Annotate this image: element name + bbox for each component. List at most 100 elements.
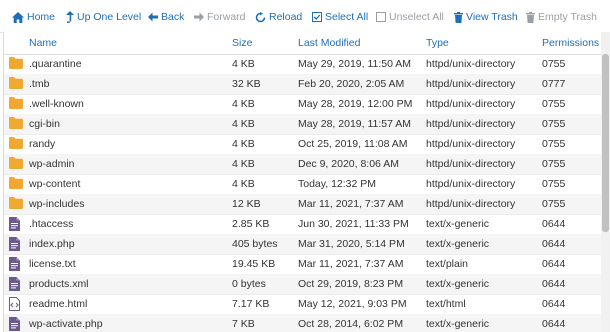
folder-icon <box>9 77 23 91</box>
file-row[interactable]: wp-admin 4 KB Dec 9, 2020, 8:06 AM httpd/un… <box>4 154 602 175</box>
back-button[interactable]: Back <box>148 9 184 25</box>
file-row[interactable]: license.txt 19.45 KB Mar 11, 2021, 7:37 AM… <box>4 254 602 275</box>
file-name: .well-known <box>29 98 84 110</box>
forward-button[interactable]: Forward <box>194 9 246 25</box>
file-type: text/plain <box>426 258 469 270</box>
file-permissions: 0644 <box>542 278 566 290</box>
file-size: 12 KB <box>232 198 261 210</box>
file-row[interactable]: index.php 405 bytes Mar 31, 2020, 5:14 PM t… <box>4 234 602 255</box>
file-last-modified: May 28, 2019, 12:00 PM <box>298 98 413 110</box>
file-type: httpd/unix-directory <box>426 198 516 210</box>
column-header-permissions[interactable]: Permissions <box>542 37 599 49</box>
file-permissions: 0644 <box>542 218 566 230</box>
file-size: 19.45 KB <box>232 258 276 270</box>
file-row[interactable]: .tmb 32 KB Feb 20, 2020, 2:05 AM httpd/unix… <box>4 74 602 95</box>
up-one-level-button[interactable]: Up One Level <box>66 9 141 25</box>
scrollbar-thumb[interactable] <box>602 54 609 232</box>
checkbox-checked-icon <box>312 12 322 22</box>
file-row[interactable]: readme.html 7.17 KB May 12, 2021, 9:03 PM t… <box>4 294 602 315</box>
folder-icon <box>9 177 23 191</box>
file-size: 7.17 KB <box>232 298 270 310</box>
file-type: text/x-generic <box>426 218 490 230</box>
file-type: text/x-generic <box>426 238 490 250</box>
file-last-modified: Oct 29, 2019, 8:23 PM <box>298 278 404 290</box>
file-row[interactable]: .htaccess 2.85 KB Jun 30, 2021, 11:33 PM te… <box>4 214 602 235</box>
file-name: wp-activate.php <box>29 318 103 330</box>
file-type: httpd/unix-directory <box>426 178 516 190</box>
select-all-button[interactable]: Select All <box>312 9 368 25</box>
file-type: httpd/unix-directory <box>426 158 516 170</box>
file-permissions: 0755 <box>542 198 566 210</box>
file-name: readme.html <box>29 298 88 310</box>
file-name: .tmb <box>29 78 50 90</box>
trash-icon <box>454 11 463 23</box>
vertical-scrollbar[interactable] <box>601 32 610 332</box>
file-last-modified: Mar 11, 2021, 7:37 AM <box>298 198 404 210</box>
file-row[interactable]: cgi-bin 4 KB May 28, 2019, 11:57 AM httpd/u… <box>4 114 602 135</box>
select-all-label: Select All <box>325 11 369 23</box>
home-button[interactable]: Home <box>12 9 55 25</box>
up-one-level-label: Up One Level <box>77 11 142 23</box>
file-permissions: 0777 <box>542 78 566 90</box>
file-list: Name Size Last Modified Type Permissions… <box>3 32 602 332</box>
back-label: Back <box>161 11 185 23</box>
file-type: httpd/unix-directory <box>426 138 516 150</box>
file-name: products.xml <box>29 278 89 290</box>
file-permissions: 0644 <box>542 238 566 250</box>
column-header-type[interactable]: Type <box>426 37 449 49</box>
level-up-icon <box>66 11 74 23</box>
arrow-right-icon <box>194 12 204 22</box>
file-list-header: Name Size Last Modified Type Permissions <box>4 32 602 55</box>
file-last-modified: Oct 25, 2019, 11:08 AM <box>298 138 408 150</box>
file-row[interactable]: wp-activate.php 7 KB Oct 28, 2014, 6:02 PM… <box>4 314 602 332</box>
file-last-modified: Jun 30, 2021, 11:33 PM <box>298 218 409 230</box>
file-row[interactable]: randy 4 KB Oct 25, 2019, 11:08 AM httpd/uni… <box>4 134 602 155</box>
file-row[interactable]: wp-content 4 KB Today, 12:32 PM httpd/unix-… <box>4 174 602 195</box>
unselect-all-label: Unselect All <box>389 11 444 23</box>
empty-trash-button[interactable]: Empty Trash <box>526 9 597 25</box>
file-name: wp-content <box>29 178 81 190</box>
file-last-modified: Mar 31, 2020, 5:14 PM <box>298 238 405 250</box>
file-last-modified: May 29, 2019, 11:50 AM <box>298 58 412 70</box>
reload-button[interactable]: Reload <box>255 9 302 25</box>
file-size: 4 KB <box>232 58 255 70</box>
column-header-last-modified[interactable]: Last Modified <box>298 37 360 49</box>
file-type: text/x-generic <box>426 278 490 290</box>
column-header-size[interactable]: Size <box>232 37 252 49</box>
file-last-modified: Oct 28, 2014, 6:02 PM <box>298 318 404 330</box>
home-icon <box>12 11 24 23</box>
file-size: 2.85 KB <box>232 218 270 230</box>
file-row[interactable]: .well-known 4 KB May 28, 2019, 12:00 PM htt… <box>4 94 602 115</box>
file-row[interactable]: wp-includes 12 KB Mar 11, 2021, 7:37 AM htt… <box>4 194 602 215</box>
file-name: randy <box>29 138 56 150</box>
file-icon <box>9 257 23 271</box>
file-name: .htaccess <box>29 218 74 230</box>
file-permissions: 0755 <box>542 158 566 170</box>
folder-icon <box>9 137 23 151</box>
file-size: 4 KB <box>232 178 255 190</box>
file-type: httpd/unix-directory <box>426 118 516 130</box>
file-last-modified: May 12, 2021, 9:03 PM <box>298 298 407 310</box>
file-permissions: 0755 <box>542 118 566 130</box>
html-file-icon <box>9 297 23 311</box>
view-trash-label: View Trash <box>466 11 518 23</box>
empty-trash-label: Empty Trash <box>538 11 597 23</box>
file-icon <box>9 217 23 231</box>
file-type: text/html <box>426 298 466 310</box>
file-icon <box>9 317 23 331</box>
file-type: httpd/unix-directory <box>426 58 516 70</box>
file-permissions: 0644 <box>542 258 566 270</box>
checkbox-empty-icon <box>376 12 386 22</box>
unselect-all-button[interactable]: Unselect All <box>376 9 444 25</box>
column-header-name[interactable]: Name <box>29 37 57 49</box>
file-row[interactable]: .quarantine 4 KB May 29, 2019, 11:50 AM htt… <box>4 54 602 75</box>
file-name: wp-admin <box>29 158 75 170</box>
file-last-modified: Dec 9, 2020, 8:06 AM <box>298 158 399 170</box>
file-size: 4 KB <box>232 118 255 130</box>
file-row[interactable]: products.xml 0 bytes Oct 29, 2019, 8:23 PM… <box>4 274 602 295</box>
file-permissions: 0755 <box>542 58 566 70</box>
file-last-modified: Today, 12:32 PM <box>298 178 377 190</box>
file-last-modified: Feb 20, 2020, 2:05 AM <box>298 78 405 90</box>
file-permissions: 0644 <box>542 298 566 310</box>
view-trash-button[interactable]: View Trash <box>454 9 518 25</box>
